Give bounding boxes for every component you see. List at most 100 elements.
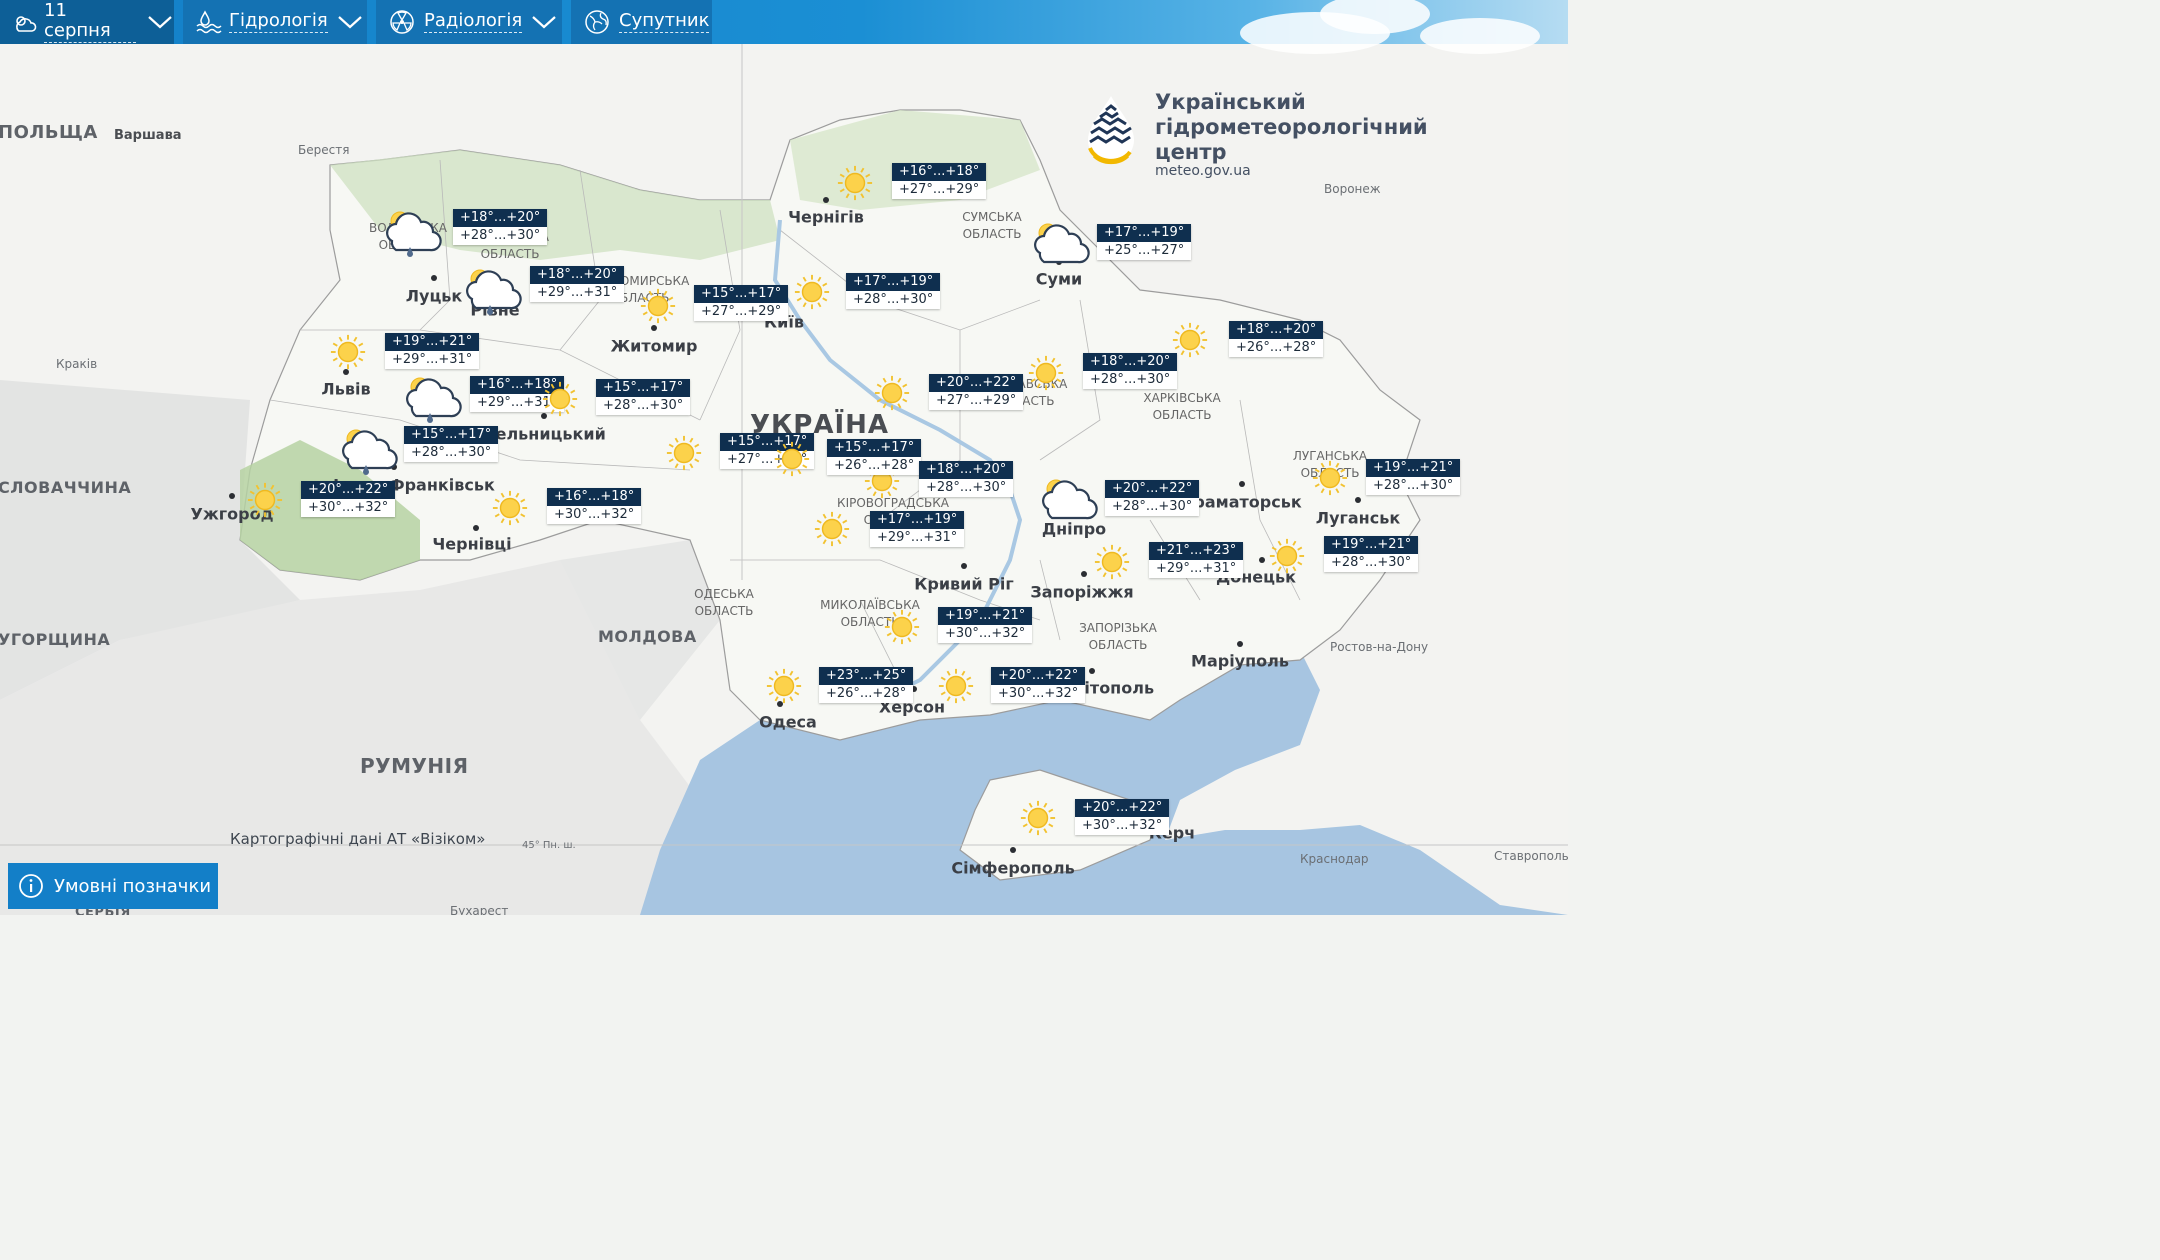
- date-selector[interactable]: 11 серпня: [0, 0, 174, 44]
- foreign-city-label: Ростов-на-Дону: [1330, 640, 1429, 654]
- city-label[interactable]: Львів: [321, 380, 370, 399]
- temperature-label[interactable]: +20°...+22° +27°...+29°: [929, 374, 1024, 410]
- temperature-label[interactable]: +19°...+21° +29°...+31°: [385, 333, 480, 369]
- sun-icon[interactable]: [836, 164, 874, 206]
- city-marker: [1237, 641, 1243, 647]
- temperature-label[interactable]: +20°...+22° +30°...+32°: [1075, 799, 1170, 835]
- temperature-label[interactable]: +18°...+20° +26°...+28°: [1229, 321, 1324, 357]
- sun-icon[interactable]: [773, 440, 811, 482]
- city-label[interactable]: Чернігів: [788, 208, 864, 227]
- sun-icon[interactable]: [873, 374, 911, 416]
- city-label[interactable]: Луганськ: [1316, 509, 1400, 528]
- city-label[interactable]: Сімферополь: [951, 859, 1074, 878]
- foreign-city-label: Краснодар: [1300, 852, 1369, 866]
- day-temperature: +29°...+31°: [877, 530, 958, 545]
- cloud-rain-icon[interactable]: [380, 207, 444, 261]
- satellite-menu[interactable]: Супутник: [571, 0, 712, 44]
- sun-icon[interactable]: [937, 667, 975, 709]
- night-temperature: +18°...+20°: [1083, 353, 1178, 371]
- night-temperature: +23°...+25°: [819, 667, 914, 685]
- sun-icon[interactable]: [1027, 354, 1065, 396]
- foreign-city-label: Берестя: [298, 143, 350, 157]
- sun-icon[interactable]: [1311, 459, 1349, 501]
- temperature-label[interactable]: +15°...+17° +27°...+29°: [694, 285, 789, 321]
- temperature-label[interactable]: +15°...+17° +28°...+30°: [596, 379, 691, 415]
- ukrhydromet-logo[interactable]: Український гідрометеорологічний центр m…: [1082, 90, 1442, 190]
- night-temperature: +15°...+17°: [596, 379, 691, 397]
- temperature-label[interactable]: +17°...+19° +29°...+31°: [870, 511, 965, 547]
- temperature-label[interactable]: +17°...+19° +28°...+30°: [846, 273, 941, 309]
- night-temperature: +18°...+20°: [919, 461, 1014, 479]
- temperature-label[interactable]: +20°...+22° +30°...+32°: [301, 481, 396, 517]
- cloud-rain-icon[interactable]: [336, 425, 400, 479]
- city-label[interactable]: Луцьк: [406, 287, 463, 306]
- city-label[interactable]: Кривий Ріг: [914, 575, 1013, 594]
- night-temperature: +20°...+22°: [1105, 480, 1200, 498]
- oblast-label: ЗАПОРІЗЬКА ОБЛАСТЬ: [1079, 621, 1157, 652]
- sun-icon[interactable]: [639, 287, 677, 329]
- day-temperature: +26°...+28°: [826, 686, 907, 701]
- day-temperature: +28°...+30°: [1331, 555, 1412, 570]
- city-marker: [1355, 497, 1361, 503]
- temperature-label[interactable]: +16°...+18° +27°...+29°: [892, 163, 987, 199]
- city-label[interactable]: Маріуполь: [1191, 652, 1289, 671]
- website-url: meteo.gov.ua: [1155, 163, 1251, 179]
- city-label[interactable]: Житомир: [611, 337, 698, 356]
- night-temperature: +19°...+21°: [1366, 459, 1461, 477]
- sun-icon[interactable]: [491, 489, 529, 531]
- temperature-label[interactable]: +18°...+20° +29°...+31°: [530, 266, 625, 302]
- sun-icon[interactable]: [541, 380, 579, 422]
- temperature-label[interactable]: +15°...+17° +28°...+30°: [404, 426, 499, 462]
- cloud-rain-icon[interactable]: [400, 373, 464, 427]
- temperature-label[interactable]: +19°...+21° +30°...+32°: [938, 607, 1033, 643]
- legend-button[interactable]: Умовні позначки: [8, 863, 218, 909]
- temperature-label[interactable]: +20°...+22° +28°...+30°: [1105, 480, 1200, 516]
- day-temperature: +28°...+30°: [853, 292, 934, 307]
- cloud-sun-icon[interactable]: [1028, 219, 1092, 273]
- day-temperature: +27°...+29°: [899, 182, 980, 197]
- temperature-label[interactable]: +19°...+21° +28°...+30°: [1324, 536, 1419, 572]
- sun-icon[interactable]: [1019, 799, 1057, 841]
- sun-icon[interactable]: [765, 667, 803, 709]
- day-temperature: +28°...+30°: [926, 480, 1007, 495]
- sun-icon[interactable]: [246, 481, 284, 523]
- neighbor-label: СЛОВАЧЧИНА: [0, 478, 132, 497]
- sun-icon[interactable]: [1268, 537, 1306, 579]
- sun-icon[interactable]: [883, 608, 921, 650]
- temperature-label[interactable]: +18°...+20° +28°...+30°: [919, 461, 1014, 497]
- sun-icon[interactable]: [665, 434, 703, 476]
- temperature-label[interactable]: +17°...+19° +25°...+27°: [1097, 224, 1192, 260]
- neighbor-label: РУМУНІЯ: [360, 754, 469, 778]
- sun-icon[interactable]: [793, 273, 831, 315]
- day-temperature: +26°...+28°: [1236, 340, 1317, 355]
- radiology-menu[interactable]: Радіологія: [376, 0, 562, 44]
- day-temperature: +28°...+30°: [411, 445, 492, 460]
- city-label[interactable]: Чернівці: [432, 535, 511, 554]
- temperature-label[interactable]: +20°...+22° +30°...+32°: [991, 667, 1086, 703]
- night-temperature: +15°...+17°: [404, 426, 499, 444]
- temperature-label[interactable]: +23°...+25° +26°...+28°: [819, 667, 914, 703]
- hydrology-label: Гідрологія: [229, 10, 328, 33]
- temperature-label[interactable]: +15°...+17° +26°...+28°: [827, 439, 922, 475]
- day-temperature: +27°...+29°: [701, 304, 782, 319]
- city-label[interactable]: Запоріжжя: [1030, 583, 1133, 602]
- sun-icon[interactable]: [1093, 543, 1131, 585]
- oblast-label: ХАРКІВСЬКА ОБЛАСТЬ: [1143, 391, 1221, 422]
- temperature-label[interactable]: +21°...+23° +29°...+31°: [1149, 542, 1244, 578]
- cloud-rain-icon[interactable]: [460, 265, 524, 319]
- temperature-label[interactable]: +16°...+18° +30°...+32°: [547, 488, 642, 524]
- hydrology-menu[interactable]: Гідрологія: [183, 0, 367, 44]
- sun-icon[interactable]: [813, 510, 851, 552]
- cloud-sun-icon[interactable]: [1036, 475, 1100, 529]
- city-marker: [431, 275, 437, 281]
- org-name-line1: Український: [1155, 90, 1306, 114]
- city-label[interactable]: Одеса: [759, 713, 817, 732]
- night-temperature: +19°...+21°: [1324, 536, 1419, 554]
- sun-icon[interactable]: [329, 333, 367, 375]
- temperature-label[interactable]: +18°...+20° +28°...+30°: [1083, 353, 1178, 389]
- temperature-label[interactable]: +19°...+21° +28°...+30°: [1366, 459, 1461, 495]
- radiation-icon: [390, 10, 414, 34]
- temperature-label[interactable]: +18°...+20° +28°...+30°: [453, 209, 548, 245]
- satellite-label: Супутник: [619, 10, 710, 33]
- city-marker: [1259, 557, 1265, 563]
